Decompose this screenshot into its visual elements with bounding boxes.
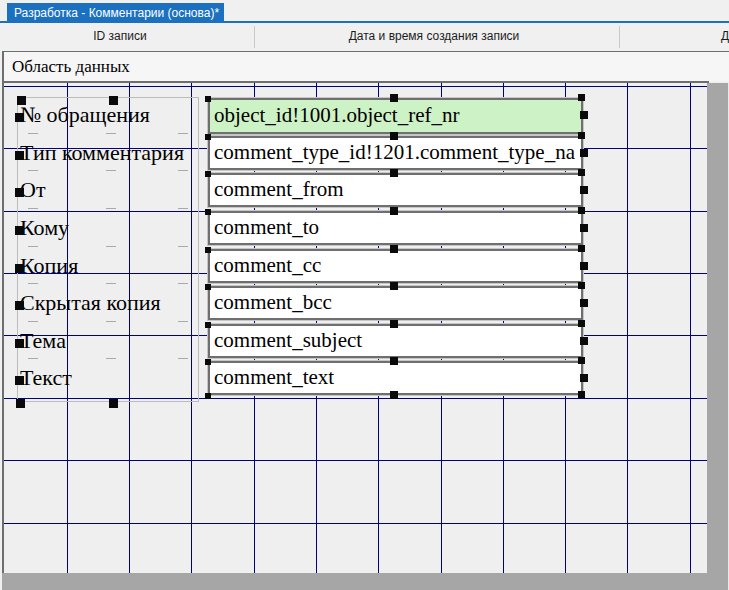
field-selection-handle[interactable] [580, 374, 588, 382]
column-header-clipped[interactable]: Д [721, 29, 729, 43]
label-outline-tick[interactable] [106, 321, 116, 322]
label-selection-handle[interactable] [15, 339, 24, 348]
label-outline-tick[interactable] [106, 133, 116, 134]
label-panel-handle[interactable] [109, 399, 118, 408]
field-selection-handle[interactable] [390, 94, 398, 102]
field-selection-handle[interactable] [205, 322, 211, 328]
field-selection-handle[interactable] [578, 132, 585, 139]
label-outline-tick[interactable] [28, 170, 38, 171]
field-comment-subject[interactable]: comment_subject [208, 324, 583, 358]
field-comment-bcc[interactable]: comment_bcc [208, 286, 583, 320]
field-selection-handle[interactable] [205, 209, 211, 215]
form-designer-window: Разработка - Комментарии (основа)* ID за… [0, 0, 729, 590]
field-selection-handle[interactable] [580, 299, 588, 307]
column-header-record-created[interactable]: Дата и время создания записи [284, 29, 584, 43]
tab-underline [0, 21, 729, 23]
field-selection-handle[interactable] [578, 207, 585, 214]
data-area-title: Область данных [2, 51, 729, 81]
label-selection-handle[interactable] [15, 151, 24, 160]
label-outline-tick[interactable] [106, 170, 116, 171]
field-selection-handle[interactable] [580, 224, 588, 232]
grid-line-horizontal [4, 523, 709, 524]
field-selection-handle[interactable] [205, 96, 211, 102]
field-selection-handle[interactable] [580, 149, 588, 157]
label-panel-handle[interactable] [109, 96, 118, 105]
field-selection-handle[interactable] [580, 111, 588, 119]
field-selection-handle[interactable] [580, 262, 588, 270]
grid-line-horizontal [4, 460, 709, 461]
field-label[interactable]: Кому [20, 213, 198, 243]
field-selection-handle[interactable] [578, 94, 585, 101]
field-comment-to[interactable]: comment_to [208, 211, 583, 245]
field-label[interactable]: Текст [20, 363, 198, 393]
field-selection-handle[interactable] [578, 391, 585, 398]
label-selection-handle[interactable] [15, 376, 24, 385]
label-outline-tick[interactable] [28, 283, 38, 284]
field-selection-handle[interactable] [390, 320, 398, 328]
field-comment-cc[interactable]: comment_cc [208, 249, 583, 283]
field-selection-handle[interactable] [205, 247, 211, 253]
label-outline-tick[interactable] [28, 208, 38, 209]
grid-line-horizontal [4, 86, 709, 87]
grid-line-vertical [627, 83, 628, 573]
label-outline-tick[interactable] [106, 358, 116, 359]
field-selection-handle[interactable] [205, 134, 211, 140]
horizontal-scrollbar[interactable] [2, 573, 729, 590]
column-separator-1 [254, 26, 255, 48]
label-outline-tick[interactable] [178, 283, 188, 284]
field-label[interactable]: Тип комментария [20, 138, 198, 168]
field-selection-handle[interactable] [578, 169, 585, 176]
field-label[interactable]: Копия [20, 251, 198, 281]
label-outline-tick[interactable] [178, 246, 188, 247]
field-selection-handle[interactable] [578, 320, 585, 327]
field-comment-from[interactable]: comment_from [208, 173, 583, 207]
label-outline-tick[interactable] [178, 358, 188, 359]
label-outline-tick[interactable] [106, 283, 116, 284]
label-panel-handle[interactable] [17, 96, 26, 105]
field-selection-handle[interactable] [390, 169, 398, 177]
label-outline-tick[interactable] [28, 133, 38, 134]
field-selection-handle[interactable] [390, 391, 398, 399]
field-selection-handle[interactable] [205, 284, 211, 290]
label-outline-tick[interactable] [28, 358, 38, 359]
label-selection-handle[interactable] [15, 301, 24, 310]
field-label[interactable]: От [20, 175, 198, 205]
field-comment-type[interactable]: comment_type_id!1201.comment_type_na [208, 136, 583, 170]
label-outline-tick[interactable] [178, 133, 188, 134]
label-outline-tick[interactable] [106, 208, 116, 209]
label-outline-tick[interactable] [178, 208, 188, 209]
field-selection-handle[interactable] [578, 245, 585, 252]
field-object-ref-nr[interactable]: object_id!1001.object_ref_nr [208, 98, 583, 134]
label-selection-handle[interactable] [15, 113, 24, 122]
field-selection-handle[interactable] [578, 282, 585, 289]
label-selection-handle[interactable] [15, 188, 24, 197]
label-selection-handle[interactable] [15, 264, 24, 273]
field-selection-handle[interactable] [580, 337, 588, 345]
label-outline-tick[interactable] [28, 321, 38, 322]
label-outline-tick[interactable] [178, 170, 188, 171]
field-selection-handle[interactable] [390, 357, 398, 365]
field-selection-handle[interactable] [390, 282, 398, 290]
field-selection-handle[interactable] [205, 171, 211, 177]
column-separator-2 [619, 26, 620, 48]
field-label[interactable]: Скрытая копия [20, 288, 198, 318]
grid-line-vertical [690, 83, 691, 573]
field-selection-handle[interactable] [390, 207, 398, 215]
field-selection-handle[interactable] [390, 245, 398, 253]
field-comment-text[interactable]: comment_text [208, 361, 583, 395]
vertical-scrollbar[interactable] [707, 83, 728, 573]
label-panel-handle[interactable] [16, 399, 25, 408]
label-outline-tick[interactable] [28, 246, 38, 247]
label-outline-tick[interactable] [106, 246, 116, 247]
tab-development-comments[interactable]: Разработка - Комментарии (основа)* [7, 3, 224, 23]
field-selection-handle[interactable] [578, 357, 585, 364]
label-selection-handle[interactable] [15, 226, 24, 235]
column-header-record-id[interactable]: ID записи [60, 29, 180, 43]
label-outline-tick[interactable] [178, 321, 188, 322]
field-selection-handle[interactable] [390, 132, 398, 140]
field-selection-handle[interactable] [580, 186, 588, 194]
field-selection-handle[interactable] [205, 393, 211, 399]
field-selection-handle[interactable] [205, 359, 211, 365]
field-label[interactable]: Тема [20, 326, 198, 356]
